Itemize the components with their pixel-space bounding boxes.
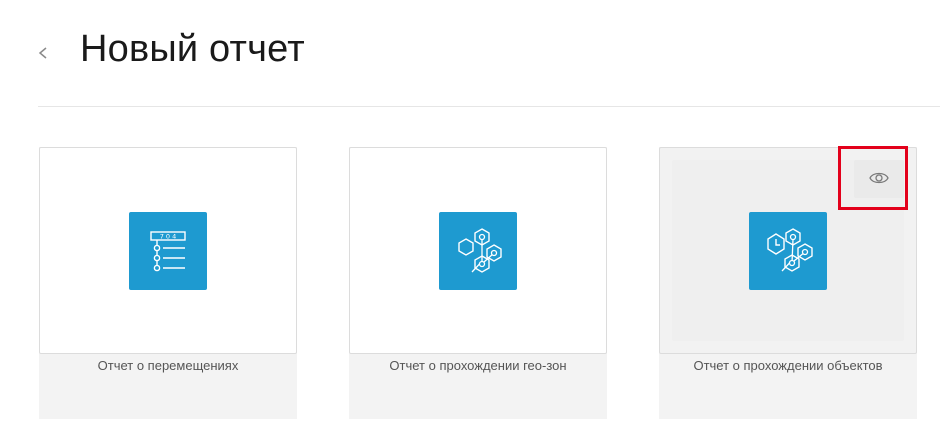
page-title: Новый отчет: [80, 28, 305, 70]
report-card-movements[interactable]: 7 0 4 Отчет о перемещениях: [39, 147, 297, 419]
card-label: Отчет о перемещениях: [97, 358, 239, 373]
movement-report-icon: 7 0 4: [129, 211, 207, 290]
report-card-geozones[interactable]: Отчет о прохождении гео-зон: [349, 147, 607, 419]
card-preview-area: [349, 147, 607, 354]
card-label: Отчет о прохождении объектов: [693, 358, 883, 373]
card-preview-area: 7 0 4: [39, 147, 297, 354]
header-divider: [38, 106, 940, 107]
page-header: Новый отчет: [0, 0, 940, 106]
counter-text: 7 0 4: [160, 232, 177, 240]
objects-report-icon: [749, 211, 827, 290]
highlight-box: [838, 146, 908, 210]
card-label: Отчет о прохождении гео-зон: [389, 358, 567, 373]
chevron-left-icon: [38, 47, 47, 59]
geozone-report-icon: [439, 211, 517, 290]
back-button[interactable]: [36, 42, 54, 64]
